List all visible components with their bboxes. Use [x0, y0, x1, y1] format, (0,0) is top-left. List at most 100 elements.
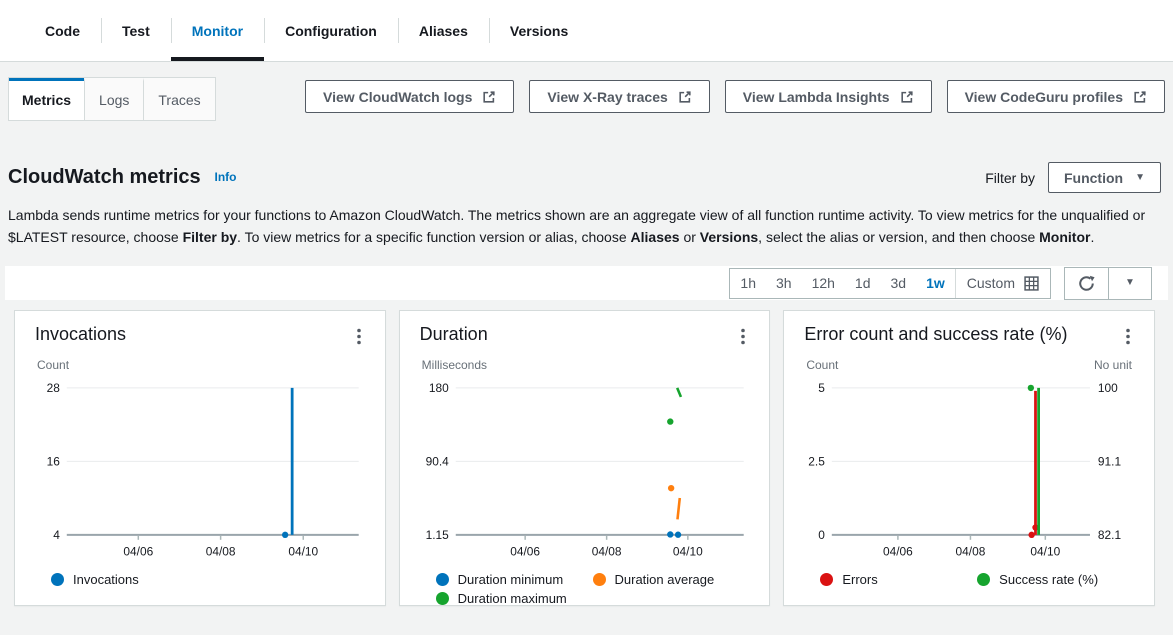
x-tick-label: 04/10 — [673, 545, 703, 559]
description-text: . — [1090, 229, 1094, 245]
external-link-icon — [900, 90, 914, 104]
metrics-header: CloudWatch metrics Info Filter by Functi… — [8, 162, 1161, 193]
legend-label: Duration maximum — [458, 591, 567, 606]
legend-label: Duration minimum — [458, 572, 563, 587]
time-range-3h[interactable]: 3h — [766, 275, 802, 291]
view-lambda-insights-button[interactable]: View Lambda Insights — [725, 80, 932, 113]
legend-color-dot — [593, 573, 606, 586]
tab-code[interactable]: Code — [24, 0, 101, 61]
legend-label: Duration average — [615, 572, 715, 587]
subtab-metrics[interactable]: Metrics — [9, 78, 84, 120]
subtab-traces[interactable]: Traces — [143, 78, 214, 120]
legend-color-dot — [977, 573, 990, 586]
legend-item[interactable]: Duration minimum — [436, 572, 593, 587]
chart-menu-button[interactable] — [353, 326, 365, 347]
monitor-subtabs: Metrics Logs Traces — [8, 77, 216, 121]
metrics-title-group: CloudWatch metrics Info — [8, 166, 237, 189]
time-range-1w[interactable]: 1w — [916, 275, 955, 291]
x-tick-label: 04/06 — [883, 545, 913, 559]
data-point — [675, 532, 681, 538]
legend-item[interactable]: Invocations — [51, 572, 208, 587]
kebab-menu-icon — [357, 328, 361, 345]
data-point — [667, 418, 673, 424]
button-label: View CloudWatch logs — [323, 89, 472, 105]
subtab-logs[interactable]: Logs — [84, 78, 143, 120]
charts-row: Invocations Count 2816404/0604/0804/10 I… — [14, 310, 1155, 606]
time-range-12h[interactable]: 12h — [802, 275, 845, 291]
chart-menu-button[interactable] — [737, 326, 749, 347]
function-tabs-bar: Code Test Monitor Configuration Aliases … — [0, 0, 1173, 62]
tab-test[interactable]: Test — [101, 0, 171, 61]
tab-aliases[interactable]: Aliases — [398, 0, 489, 61]
legend-item[interactable]: Errors — [820, 572, 977, 587]
description-bold: Filter by — [183, 229, 237, 245]
view-cloudwatch-logs-button[interactable]: View CloudWatch logs — [305, 80, 514, 113]
chart-legend: Errors Success rate (%) — [804, 568, 1134, 587]
description-text: , select the alias or version, and then … — [758, 229, 1039, 245]
time-range-1h[interactable]: 1h — [730, 275, 766, 291]
y-axis-unit-label: Count — [37, 358, 69, 372]
refresh-controls: ▼ — [1064, 267, 1152, 300]
duration-chart-card: Duration Milliseconds 18090.41.1504/0604… — [399, 310, 771, 606]
data-point — [1028, 385, 1034, 391]
description-bold: Aliases — [631, 229, 680, 245]
tab-versions[interactable]: Versions — [489, 0, 589, 61]
caret-down-icon: ▼ — [1125, 278, 1135, 288]
filter-by-control: Filter by Function ▼ — [985, 162, 1161, 193]
y-axis-unit-label: Count — [806, 358, 838, 372]
y-tick-label: 5 — [819, 381, 826, 395]
legend-item[interactable]: Success rate (%) — [977, 572, 1134, 587]
y-tick-label-right: 91.1 — [1098, 454, 1122, 468]
external-link-buttons: View CloudWatch logs View X-Ray traces V… — [305, 80, 1165, 113]
legend-label: Invocations — [73, 572, 139, 587]
refresh-options-dropdown[interactable]: ▼ — [1108, 268, 1151, 299]
custom-range-label: Custom — [967, 275, 1015, 291]
external-link-icon — [482, 90, 496, 104]
chart-legend: Invocations — [35, 568, 365, 587]
external-link-icon — [678, 90, 692, 104]
view-codeguru-profiles-button[interactable]: View CodeGuru profiles — [947, 80, 1165, 113]
info-link[interactable]: Info — [215, 170, 237, 184]
invocations-chart-card: Invocations Count 2816404/0604/0804/10 I… — [14, 310, 386, 606]
tab-configuration[interactable]: Configuration — [264, 0, 398, 61]
filter-by-dropdown[interactable]: Function ▼ — [1048, 162, 1161, 193]
button-label: View X-Ray traces — [547, 89, 667, 105]
calendar-grid-icon — [1024, 276, 1039, 291]
y-tick-label: 90.4 — [425, 454, 449, 468]
legend-label: Errors — [842, 572, 877, 587]
legend-color-dot — [436, 592, 449, 605]
legend-item[interactable]: Duration average — [593, 572, 750, 587]
legend-color-dot — [820, 573, 833, 586]
chart-legend: Duration minimum Duration average Duration… — [420, 568, 750, 606]
legend-color-dot — [436, 573, 449, 586]
legend-color-dot — [51, 573, 64, 586]
tab-monitor[interactable]: Monitor — [171, 0, 264, 61]
caret-down-icon: ▼ — [1135, 173, 1145, 183]
chart-menu-button[interactable] — [1122, 326, 1134, 347]
time-range-1d[interactable]: 1d — [845, 275, 881, 291]
chart-title: Error count and success rate (%) — [804, 324, 1067, 345]
error-success-chart-card: Error count and success rate (%) Count N… — [783, 310, 1155, 606]
y-tick-label: 180 — [429, 381, 449, 395]
time-range-3d[interactable]: 3d — [881, 275, 917, 291]
legend-item[interactable]: Duration maximum — [436, 591, 593, 606]
y-tick-label: 2.5 — [809, 454, 826, 468]
custom-range-button[interactable]: Custom — [955, 269, 1050, 298]
data-segment — [677, 498, 679, 519]
filter-by-label: Filter by — [985, 170, 1035, 186]
view-xray-traces-button[interactable]: View X-Ray traces — [529, 80, 709, 113]
y-axis-unit-label: Milliseconds — [422, 358, 487, 372]
refresh-button[interactable] — [1065, 268, 1108, 299]
x-tick-label: 04/10 — [288, 545, 318, 559]
data-point — [668, 485, 674, 491]
x-tick-label: 04/06 — [510, 545, 540, 559]
external-link-icon — [1133, 90, 1147, 104]
description-bold: Versions — [700, 229, 758, 245]
button-label: View Lambda Insights — [743, 89, 890, 105]
x-tick-label: 04/10 — [1031, 545, 1061, 559]
x-tick-label: 04/08 — [206, 545, 236, 559]
y-tick-label-right: 100 — [1098, 381, 1118, 395]
y-tick-label: 1.15 — [425, 528, 449, 542]
x-tick-label: 04/08 — [956, 545, 986, 559]
chart-plot: 2816404/0604/0804/10 — [35, 374, 365, 563]
